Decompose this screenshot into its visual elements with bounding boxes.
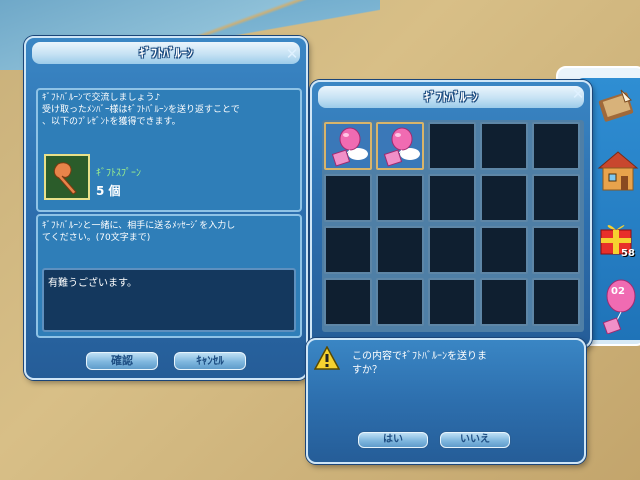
- message-box: ｷﾞﾌﾄﾊﾞﾙｰﾝと一緒に、相手に送るﾒｯｾｰｼﾞを入力し てください。(70文…: [36, 214, 302, 338]
- reward-name: ｷﾞﾌﾄｽﾌﾟｰﾝ: [96, 168, 141, 179]
- inventory-slot-empty[interactable]: [428, 174, 476, 222]
- gift-balloon-icon: [331, 127, 368, 167]
- inventory-slot-empty[interactable]: [324, 174, 372, 222]
- description-box: ｷﾞﾌﾄﾊﾞﾙｰﾝで交流しましょう♪ 受け取ったﾒﾝﾊﾞｰ様はｷﾞﾌﾄﾊﾞﾙｰﾝ…: [36, 88, 302, 212]
- message-instruction: ｷﾞﾌﾄﾊﾞﾙｰﾝと一緒に、相手に送るﾒｯｾｰｼﾞを入力し てください。(70文…: [42, 221, 236, 243]
- inventory-grid: [324, 122, 582, 328]
- reward-item-slot[interactable]: [44, 154, 90, 200]
- inventory-slot-empty[interactable]: [532, 278, 580, 326]
- warning-icon: [313, 345, 341, 370]
- inventory-slot-empty[interactable]: [376, 226, 424, 274]
- description-text: ｷﾞﾌﾄﾊﾞﾙｰﾝで交流しましょう♪ 受け取ったﾒﾝﾊﾞｰ様はｷﾞﾌﾄﾊﾞﾙｰﾝ…: [42, 93, 240, 127]
- inventory-slot-empty[interactable]: [480, 122, 528, 170]
- inventory-slot-empty[interactable]: [480, 174, 528, 222]
- house-icon[interactable]: [595, 148, 640, 192]
- inventory-slot-empty[interactable]: [376, 278, 424, 326]
- yes-button[interactable]: はい: [358, 432, 428, 448]
- cancel-button[interactable]: ｷｬﾝｾﾙ: [174, 352, 246, 370]
- confirm-message: この内容でｷﾞﾌﾄﾊﾞﾙｰﾝを送りま すか？: [352, 351, 487, 376]
- inventory-slot-empty[interactable]: [480, 226, 528, 274]
- dialog-title: ｷﾞﾌﾄﾊﾞﾙｰﾝ: [138, 46, 193, 60]
- inventory-slot-empty[interactable]: [376, 174, 424, 222]
- inventory-slot-empty[interactable]: [532, 122, 580, 170]
- inventory-title: ｷﾞﾌﾄﾊﾞﾙｰﾝ: [423, 90, 478, 104]
- inventory-slot-balloon[interactable]: [324, 122, 372, 170]
- gift-count: 58: [621, 248, 635, 259]
- close-icon[interactable]: ✕: [284, 46, 300, 62]
- balloon-count: 02: [611, 286, 625, 297]
- inventory-slot-empty[interactable]: [324, 278, 372, 326]
- inventory-slot-empty[interactable]: [324, 226, 372, 274]
- message-input[interactable]: 有難うございます。: [42, 268, 296, 332]
- inventory-slot-empty[interactable]: [428, 122, 476, 170]
- inventory-slot-balloon[interactable]: [376, 122, 424, 170]
- no-button[interactable]: いいえ: [440, 432, 510, 448]
- inventory-close-icon[interactable]: ✕: [570, 86, 586, 102]
- inventory-slot-empty[interactable]: [428, 278, 476, 326]
- spoon-icon: [53, 162, 77, 195]
- confirm-dialog: この内容でｷﾞﾌﾄﾊﾞﾙｰﾝを送りま すか？ はい いいえ: [306, 338, 586, 464]
- inventory-slot-empty[interactable]: [428, 226, 476, 274]
- gift-balloon-dialog: ｷﾞﾌﾄﾊﾞﾙｰﾝ ✕ ｷﾞﾌﾄﾊﾞﾙｰﾝで交流しましょう♪ 受け取ったﾒﾝﾊﾞ…: [24, 36, 308, 380]
- letter-icon[interactable]: [597, 86, 637, 124]
- gift-balloon-icon: [383, 127, 420, 167]
- confirm-button[interactable]: 確認: [86, 352, 158, 370]
- inventory-slot-empty[interactable]: [532, 226, 580, 274]
- reward-count: 5 個: [96, 184, 121, 198]
- inventory-slot-empty[interactable]: [480, 278, 528, 326]
- inventory-slot-empty[interactable]: [532, 174, 580, 222]
